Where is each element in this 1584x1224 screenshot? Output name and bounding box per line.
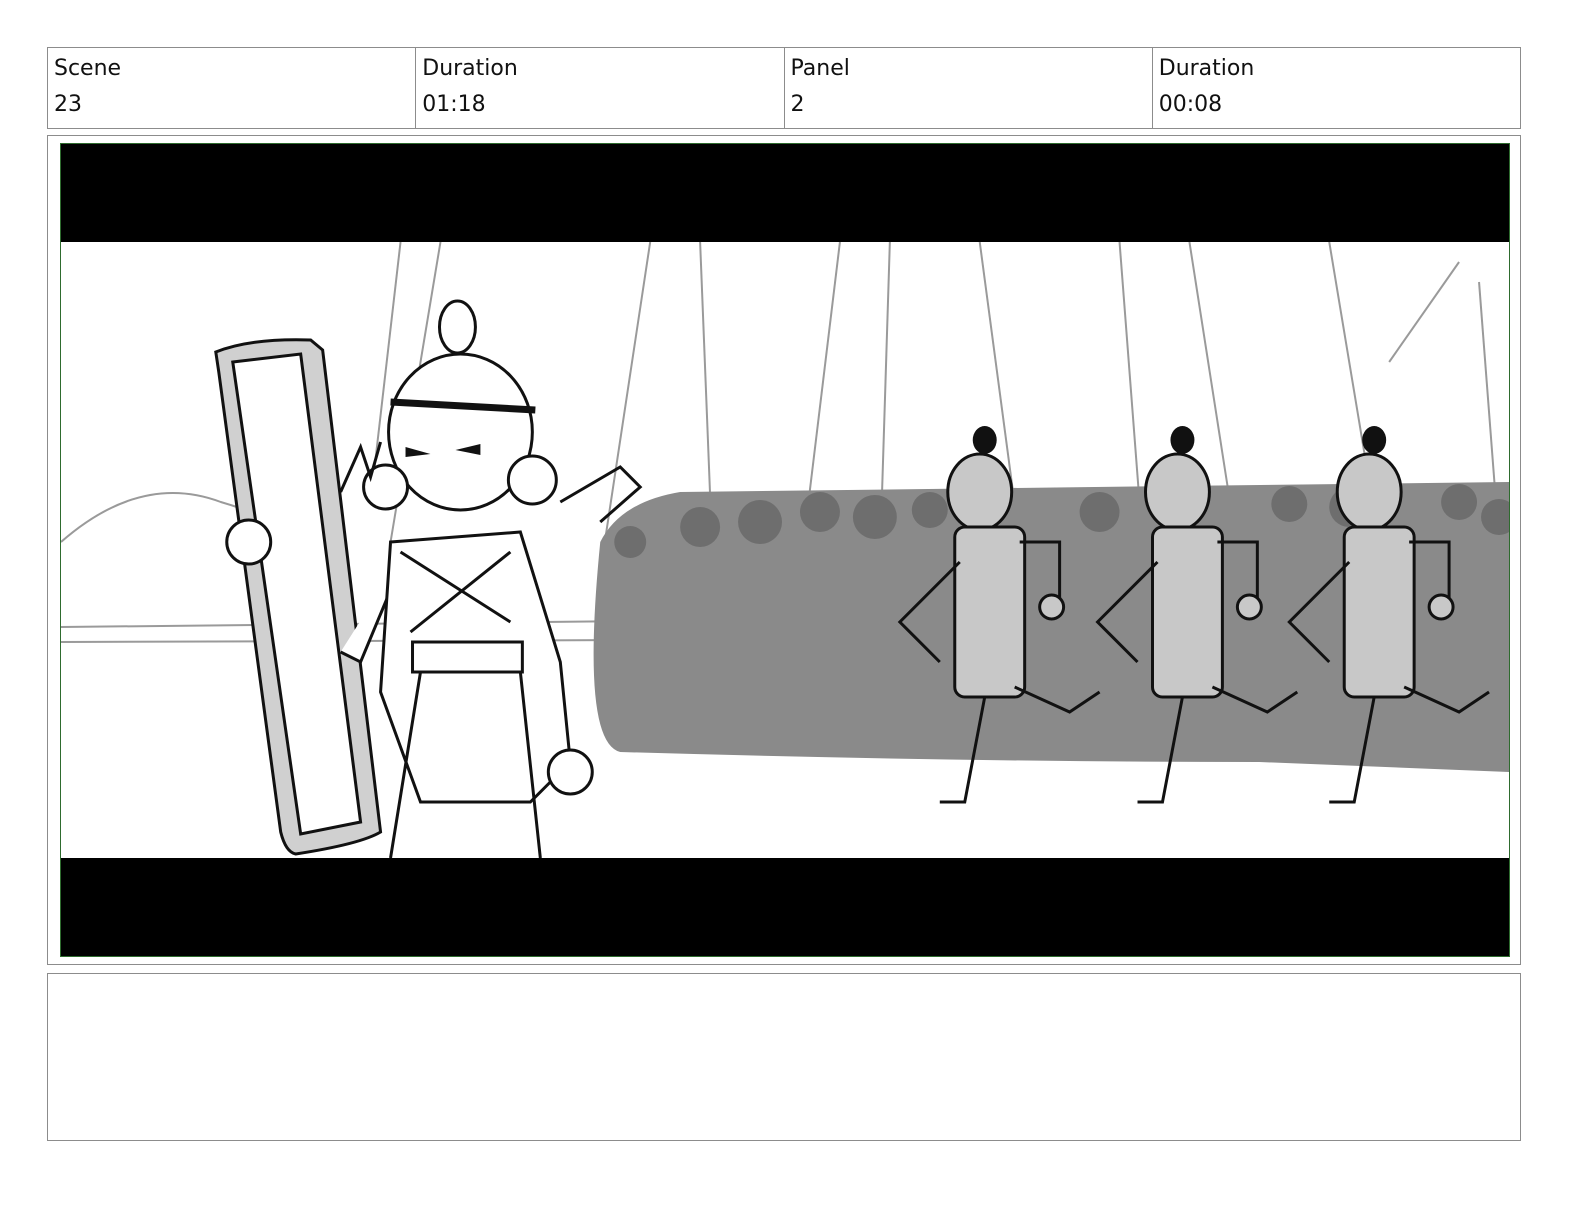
scene-value: 23: [54, 92, 82, 117]
letterbox-bottom: [61, 858, 1509, 956]
panel-duration-value: 00:08: [1158, 92, 1223, 117]
panel-notes[interactable]: [47, 973, 1521, 1141]
panel-frame: [47, 135, 1521, 965]
scene-label: Scene: [54, 56, 122, 81]
letterbox-top: [61, 144, 1509, 242]
panel-duration-cell: Duration 00:08: [1153, 48, 1520, 128]
scene-duration-cell: Duration 01:18: [416, 48, 785, 128]
scene-cell: Scene 23: [48, 48, 417, 128]
panel-image: [60, 143, 1510, 957]
panel-value: 2: [790, 92, 805, 117]
panel-label: Panel: [790, 56, 850, 81]
panel-duration-label: Duration: [1158, 56, 1255, 81]
scene-duration-value: 01:18: [422, 92, 486, 117]
storyboard-header: Scene 23 Duration 01:18 Panel 2 Duration…: [47, 47, 1521, 129]
storyboard-sketch: [61, 242, 1509, 858]
scene-duration-label: Duration: [422, 56, 518, 81]
panel-cell: Panel 2: [785, 48, 1153, 128]
